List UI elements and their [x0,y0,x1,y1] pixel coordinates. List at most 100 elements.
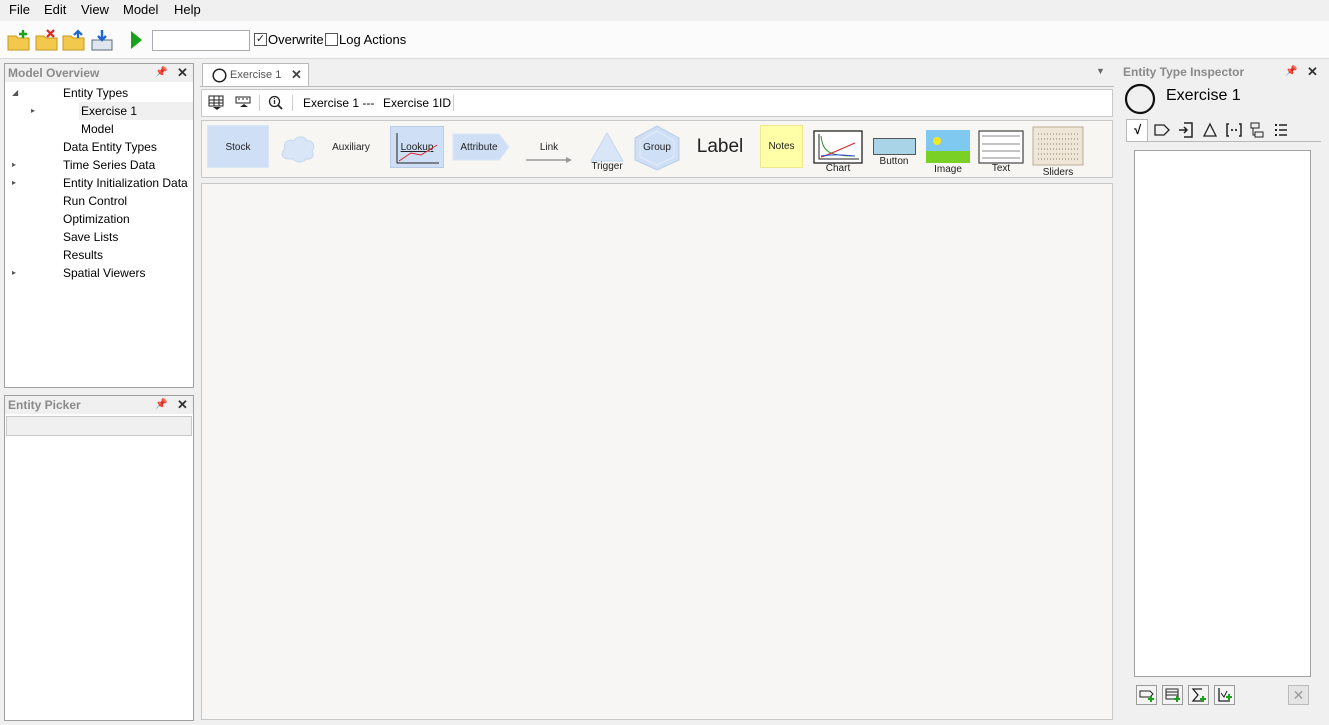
inspector-tabs: √ [1126,119,1316,141]
inspector-entity-name: Exercise 1 [1166,87,1241,104]
tree-item-time-series-data[interactable]: Time Series Data [63,156,155,174]
menu-file[interactable]: File [9,2,30,18]
tree-item-model[interactable]: Model [81,120,114,138]
close-icon[interactable]: ✕ [177,396,188,413]
palette-notes[interactable]: Notes [760,125,803,168]
palette-image: Image [934,164,962,175]
tree-item-spatial-viewers[interactable]: Spatial Viewers [63,264,146,282]
tab-exercise-1[interactable]: Exercise 1 ✕ [202,63,309,87]
entity-name-display: Exercise 1 --- [303,96,375,110]
menu-model[interactable]: Model [123,2,158,18]
collapse-arrow-icon[interactable]: ▸ [31,102,35,120]
toolbar: ✓ Overwrite Log Actions [0,21,1329,59]
close-icon[interactable]: ✕ [177,64,188,81]
tree-item-run-control[interactable]: Run Control [63,192,127,210]
tree-item-optimization[interactable]: Optimization [63,210,130,228]
model-canvas[interactable] [201,183,1113,720]
separator [292,95,293,111]
add-attribute-button[interactable] [1136,685,1157,705]
overwrite-checkbox[interactable]: ✓ [254,33,267,46]
add-function-button[interactable] [1214,685,1235,705]
circle-icon [212,68,227,83]
inspector-content-area[interactable] [1134,150,1311,677]
tree-item-exercise-1[interactable]: Exercise 1 [81,102,137,120]
palette-trigger[interactable]: Trigger [582,161,632,172]
entity-picker-panel: Entity Picker 📌 ✕ [4,395,194,721]
tree-item-save-lists[interactable]: Save Lists [63,228,118,246]
palette-sliders: Sliders [1042,167,1074,178]
tree-item-results[interactable]: Results [63,246,103,264]
image-icon[interactable] [926,130,971,164]
tag-tab-icon[interactable] [1154,124,1170,136]
pin-icon[interactable]: 📌 [1285,63,1297,81]
palette-attribute[interactable]: Attribute [454,142,504,153]
table-icon[interactable] [208,95,226,111]
add-sum-button[interactable] [1188,685,1209,705]
save-icon [91,30,113,51]
save-model-button[interactable] [90,29,114,51]
menu-edit[interactable]: Edit [44,2,66,18]
delete-x-icon: ✕ [1292,687,1305,703]
link-arrow-icon [526,157,572,163]
folder-new-icon [7,30,30,51]
tree-item-data-entity-types[interactable]: Data Entity Types [63,138,157,156]
palette-group[interactable]: Group [632,142,682,153]
separator [453,95,454,111]
run-name-input[interactable] [152,30,250,51]
cloud-icon[interactable] [278,129,318,165]
separator [259,95,260,111]
open-model-button[interactable] [62,29,86,51]
document-toolbar: Exercise 1 --- Exercise 1ID [201,89,1113,117]
sum-icon [1191,688,1206,702]
collapse-arrow-icon[interactable]: ▸ [12,264,16,282]
palette-text: Text [991,163,1011,174]
close-tab-icon[interactable]: ✕ [291,67,302,83]
entity-circle-icon [1124,83,1156,115]
pin-icon[interactable]: 📌 [155,396,167,414]
variables-icon[interactable] [235,95,253,111]
hierarchy-tab-icon[interactable] [1249,122,1265,138]
equation-tab-icon[interactable]: √ [1126,119,1148,141]
array-tab-icon[interactable] [1225,122,1243,138]
entity-id-display: Exercise 1ID [383,96,452,110]
add-attribute-icon [1139,690,1154,702]
tab-divider [200,86,1114,87]
import-tab-icon[interactable] [1178,122,1194,138]
delete-button[interactable]: ✕ [1288,685,1309,705]
collapse-arrow-icon[interactable]: ▸ [12,156,16,174]
element-palette: Stock Auxiliary Lookup Attribute Link Tr… [201,120,1113,178]
tab-list-dropdown-icon[interactable]: ▼ [1096,66,1105,76]
folder-open-icon [62,29,85,51]
button-shape-icon[interactable] [873,138,916,155]
model-overview-panel: Model Overview 📌 ✕ ◢ Entity Types ▸ Exer… [4,63,194,388]
tree-item-entity-initialization-data[interactable]: Entity Initialization Data [63,174,188,192]
entity-picker-filter[interactable] [6,416,192,436]
add-table-icon [1165,688,1180,702]
lookup-graph-icon [396,133,439,164]
palette-button: Button [879,156,909,167]
run-button[interactable] [128,29,144,51]
menu-help[interactable]: Help [174,2,201,18]
menu-view[interactable]: View [81,2,109,18]
delete-model-button[interactable] [35,29,59,51]
text-box-icon[interactable] [978,130,1024,164]
sliders-icon[interactable] [1032,126,1084,166]
collapse-arrow-icon[interactable]: ▸ [12,174,16,192]
chart-icon[interactable] [813,130,863,164]
palette-link[interactable]: Link [524,142,574,153]
add-table-button[interactable] [1162,685,1183,705]
triangle-tab-icon[interactable] [1202,122,1218,138]
expand-arrow-icon[interactable]: ◢ [12,84,18,102]
info-zoom-icon[interactable] [268,95,284,111]
palette-auxiliary[interactable]: Auxiliary [326,142,376,153]
tab-divider [1126,141,1321,142]
log-actions-checkbox[interactable] [325,33,338,46]
tree-item-entity-types[interactable]: Entity Types [63,84,128,102]
close-icon[interactable]: ✕ [1307,63,1318,80]
list-tab-icon[interactable] [1273,122,1289,138]
palette-label[interactable]: Label [690,136,750,158]
pin-icon[interactable]: 📌 [155,64,167,82]
palette-lookup[interactable]: Lookup [390,126,444,168]
palette-stock[interactable]: Stock [207,125,269,168]
new-model-button[interactable] [7,29,31,51]
